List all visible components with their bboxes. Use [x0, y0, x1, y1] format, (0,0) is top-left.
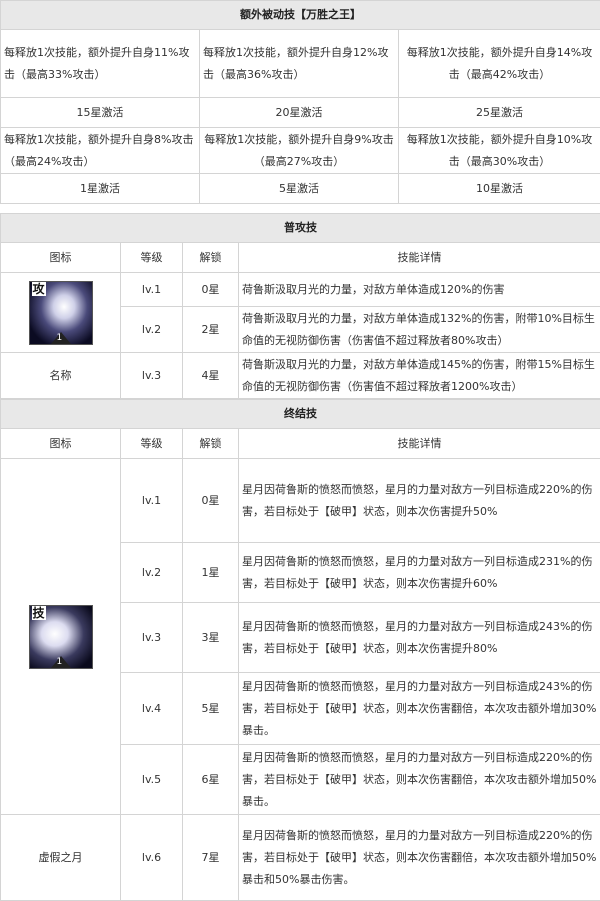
- detail-cell: 星月因荷鲁斯的愤怒而愤怒，星月的力量对敌方一列目标造成231%的伤害，若目标处于…: [239, 543, 600, 603]
- passive-activation: 20星激活: [200, 98, 399, 128]
- header-unlock: 解锁: [183, 429, 239, 459]
- normal-attack-table: 普攻技 图标 等级 解锁 技能详情 攻 1 lv.1 0星 荷鲁斯汲取月光的力量…: [0, 213, 600, 399]
- header-detail: 技能详情: [239, 243, 600, 273]
- header-level: 等级: [121, 429, 183, 459]
- normal-attack-icon-cell: 攻 1: [1, 273, 121, 353]
- passive-activation: 1星激活: [1, 174, 200, 204]
- unlock-cell: 5星: [183, 673, 239, 745]
- level-cell: lv.2: [121, 543, 183, 603]
- passive-effect: 每释放1次技能，额外提升自身14%攻击（最高42%攻击）: [399, 30, 600, 98]
- detail-cell: 星月因荷鲁斯的愤怒而愤怒，星月的力量对敌方一列目标造成220%的伤害，若目标处于…: [239, 745, 600, 815]
- passive-title: 额外被动技【万胜之王】: [1, 1, 600, 30]
- detail-cell: 星月因荷鲁斯的愤怒而愤怒，星月的力量对敌方一列目标造成243%的伤害，若目标处于…: [239, 673, 600, 745]
- icon-tag: 技: [32, 606, 46, 620]
- skill-name: 虚假之月: [1, 815, 121, 901]
- passive-activation: 5星激活: [200, 174, 399, 204]
- passive-effect: 每释放1次技能，额外提升自身12%攻击（最高36%攻击）: [200, 30, 399, 98]
- passive-activation: 15星激活: [1, 98, 200, 128]
- unlock-cell: 1星: [183, 543, 239, 603]
- icon-level-badge: 1: [51, 332, 71, 344]
- level-cell: lv.2: [121, 307, 183, 353]
- level-cell: lv.4: [121, 673, 183, 745]
- header-icon: 图标: [1, 429, 121, 459]
- level-cell: lv.3: [121, 353, 183, 399]
- header-detail: 技能详情: [239, 429, 600, 459]
- detail-cell: 星月因荷鲁斯的愤怒而愤怒，星月的力量对敌方一列目标造成220%的伤害，若目标处于…: [239, 459, 600, 543]
- unlock-cell: 7星: [183, 815, 239, 901]
- header-unlock: 解锁: [183, 243, 239, 273]
- icon-tag: 攻: [32, 282, 46, 296]
- detail-cell: 星月因荷鲁斯的愤怒而愤怒，星月的力量对敌方一列目标造成220%的伤害，若目标处于…: [239, 815, 600, 901]
- finisher-title: 终结技: [1, 400, 600, 429]
- unlock-cell: 4星: [183, 353, 239, 399]
- header-level: 等级: [121, 243, 183, 273]
- passive-effect: 每释放1次技能，额外提升自身9%攻击（最高27%攻击）: [200, 128, 399, 174]
- finisher-icon-cell: 技 1: [1, 459, 121, 815]
- passive-effect: 每释放1次技能，额外提升自身10%攻击（最高30%攻击）: [399, 128, 600, 174]
- header-icon: 图标: [1, 243, 121, 273]
- finisher-skill-icon: 技 1: [29, 605, 93, 669]
- normal-attack-title: 普攻技: [1, 214, 600, 243]
- passive-skill-table: 额外被动技【万胜之王】 每释放1次技能，额外提升自身11%攻击（最高33%攻击）…: [0, 0, 600, 204]
- unlock-cell: 2星: [183, 307, 239, 353]
- unlock-cell: 0星: [183, 273, 239, 307]
- detail-cell: 荷鲁斯汲取月光的力量，对敌方单体造成132%的伤害，附带10%目标生命值的无视防…: [239, 307, 600, 353]
- passive-activation: 25星激活: [399, 98, 600, 128]
- passive-activation: 10星激活: [399, 174, 600, 204]
- passive-effect: 每释放1次技能，额外提升自身8%攻击（最高24%攻击）: [1, 128, 200, 174]
- level-cell: lv.1: [121, 273, 183, 307]
- unlock-cell: 3星: [183, 603, 239, 673]
- unlock-cell: 0星: [183, 459, 239, 543]
- skill-name-label: 名称: [1, 353, 121, 399]
- section-gap: [0, 204, 600, 213]
- finisher-table: 终结技 图标 等级 解锁 技能详情 技 1 lv.1 0星 星月因荷鲁斯的愤怒而…: [0, 399, 600, 901]
- level-cell: lv.3: [121, 603, 183, 673]
- detail-cell: 星月因荷鲁斯的愤怒而愤怒，星月的力量对敌方一列目标造成243%的伤害，若目标处于…: [239, 603, 600, 673]
- unlock-cell: 6星: [183, 745, 239, 815]
- level-cell: lv.6: [121, 815, 183, 901]
- detail-cell: 荷鲁斯汲取月光的力量，对敌方单体造成145%的伤害，附带15%目标生命值的无视防…: [239, 353, 600, 399]
- icon-level-badge: 1: [51, 656, 71, 668]
- normal-attack-skill-icon: 攻 1: [29, 281, 93, 345]
- level-cell: lv.5: [121, 745, 183, 815]
- passive-effect: 每释放1次技能，额外提升自身11%攻击（最高33%攻击）: [1, 30, 200, 98]
- detail-cell: 荷鲁斯汲取月光的力量，对敌方单体造成120%的伤害: [239, 273, 600, 307]
- level-cell: lv.1: [121, 459, 183, 543]
